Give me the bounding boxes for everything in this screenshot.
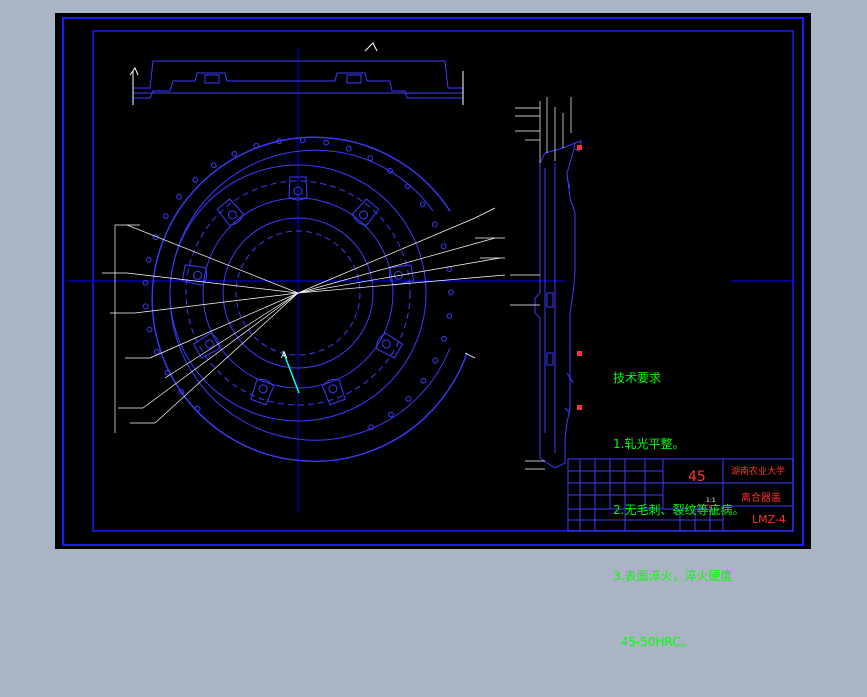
bolt-hole bbox=[176, 193, 182, 200]
bolt-hole bbox=[441, 335, 447, 342]
side-section-view bbox=[534, 140, 582, 469]
bolt-hole bbox=[323, 139, 330, 146]
section-label: A bbox=[281, 351, 288, 361]
bolt-hole bbox=[146, 326, 153, 333]
cad-drawing-viewport[interactable]: A 技术要求 1.轧光平整。 2.无毛刺、裂纹等疵病。 3.表面淬火，淬火硬度 … bbox=[55, 13, 811, 649]
pressure-lug bbox=[352, 198, 380, 226]
bolt-hole bbox=[448, 289, 454, 296]
bolt-hole bbox=[153, 348, 160, 355]
bolt-hole bbox=[145, 256, 152, 263]
tech-item-4: 45-50HRC。 bbox=[613, 635, 693, 649]
pressure-lug bbox=[216, 198, 244, 226]
bolt-hole bbox=[142, 303, 149, 310]
scale-cell: 1:1 bbox=[706, 497, 716, 504]
pressure-lug bbox=[192, 332, 220, 359]
tech-item-2: 2.无毛刺、裂纹等疵病。 bbox=[613, 503, 745, 517]
bolt-hole bbox=[405, 395, 412, 402]
material-cell: 45 bbox=[688, 469, 706, 485]
school-name-cell: 湖南农业大学 bbox=[731, 467, 786, 477]
bolt-hole bbox=[432, 357, 439, 364]
bolt-hole bbox=[419, 201, 426, 208]
tech-item-3: 3.表面淬火，淬火硬度 bbox=[613, 569, 733, 583]
bolt-hole bbox=[194, 405, 201, 412]
tech-heading: 技术要求 bbox=[613, 371, 662, 385]
bolt-hole bbox=[192, 176, 199, 183]
part-name-cell: 离合器盖 bbox=[741, 493, 781, 504]
drawing-code-cell: LMZ-4 bbox=[752, 513, 786, 526]
top-profile-view bbox=[129, 42, 464, 105]
front-view bbox=[142, 136, 468, 462]
bolt-hole bbox=[446, 312, 453, 319]
bolt-hole bbox=[345, 145, 352, 152]
bolt-hole bbox=[404, 183, 411, 190]
bolt-hole bbox=[162, 213, 169, 219]
bolt-hole bbox=[440, 243, 447, 250]
tech-item-1: 1.轧光平整。 bbox=[613, 437, 685, 451]
bolt-hole bbox=[388, 411, 394, 418]
technical-requirements: 技术要求 1.轧光平整。 2.无毛刺、裂纹等疵病。 3.表面淬火，淬火硬度 45… bbox=[613, 323, 744, 697]
bolt-hole bbox=[431, 221, 438, 228]
bolt-hole bbox=[299, 137, 306, 143]
bolt-hole bbox=[231, 150, 238, 157]
pressure-lug bbox=[376, 332, 404, 359]
bolt-hole bbox=[210, 162, 217, 169]
bolt-hole bbox=[367, 155, 374, 162]
bolt-hole bbox=[420, 377, 427, 384]
